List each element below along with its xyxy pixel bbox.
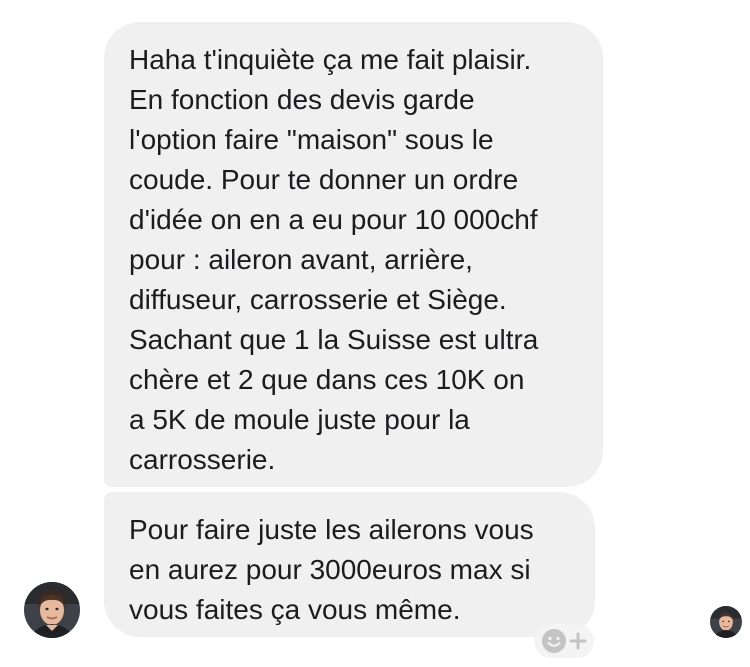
message-bubble[interactable]: Pour faire juste les ailerons vous en au… [104, 492, 595, 637]
message-bubble[interactable]: Haha t'inquiète ça me fait plaisir. En f… [104, 22, 603, 487]
read-receipt-avatar [710, 606, 742, 638]
add-reaction-button[interactable] [534, 624, 594, 658]
person-avatar-icon [710, 606, 742, 638]
plus-icon [569, 632, 587, 650]
sender-avatar[interactable] [24, 582, 80, 638]
smiley-icon [542, 629, 566, 653]
person-avatar-icon [24, 582, 80, 638]
